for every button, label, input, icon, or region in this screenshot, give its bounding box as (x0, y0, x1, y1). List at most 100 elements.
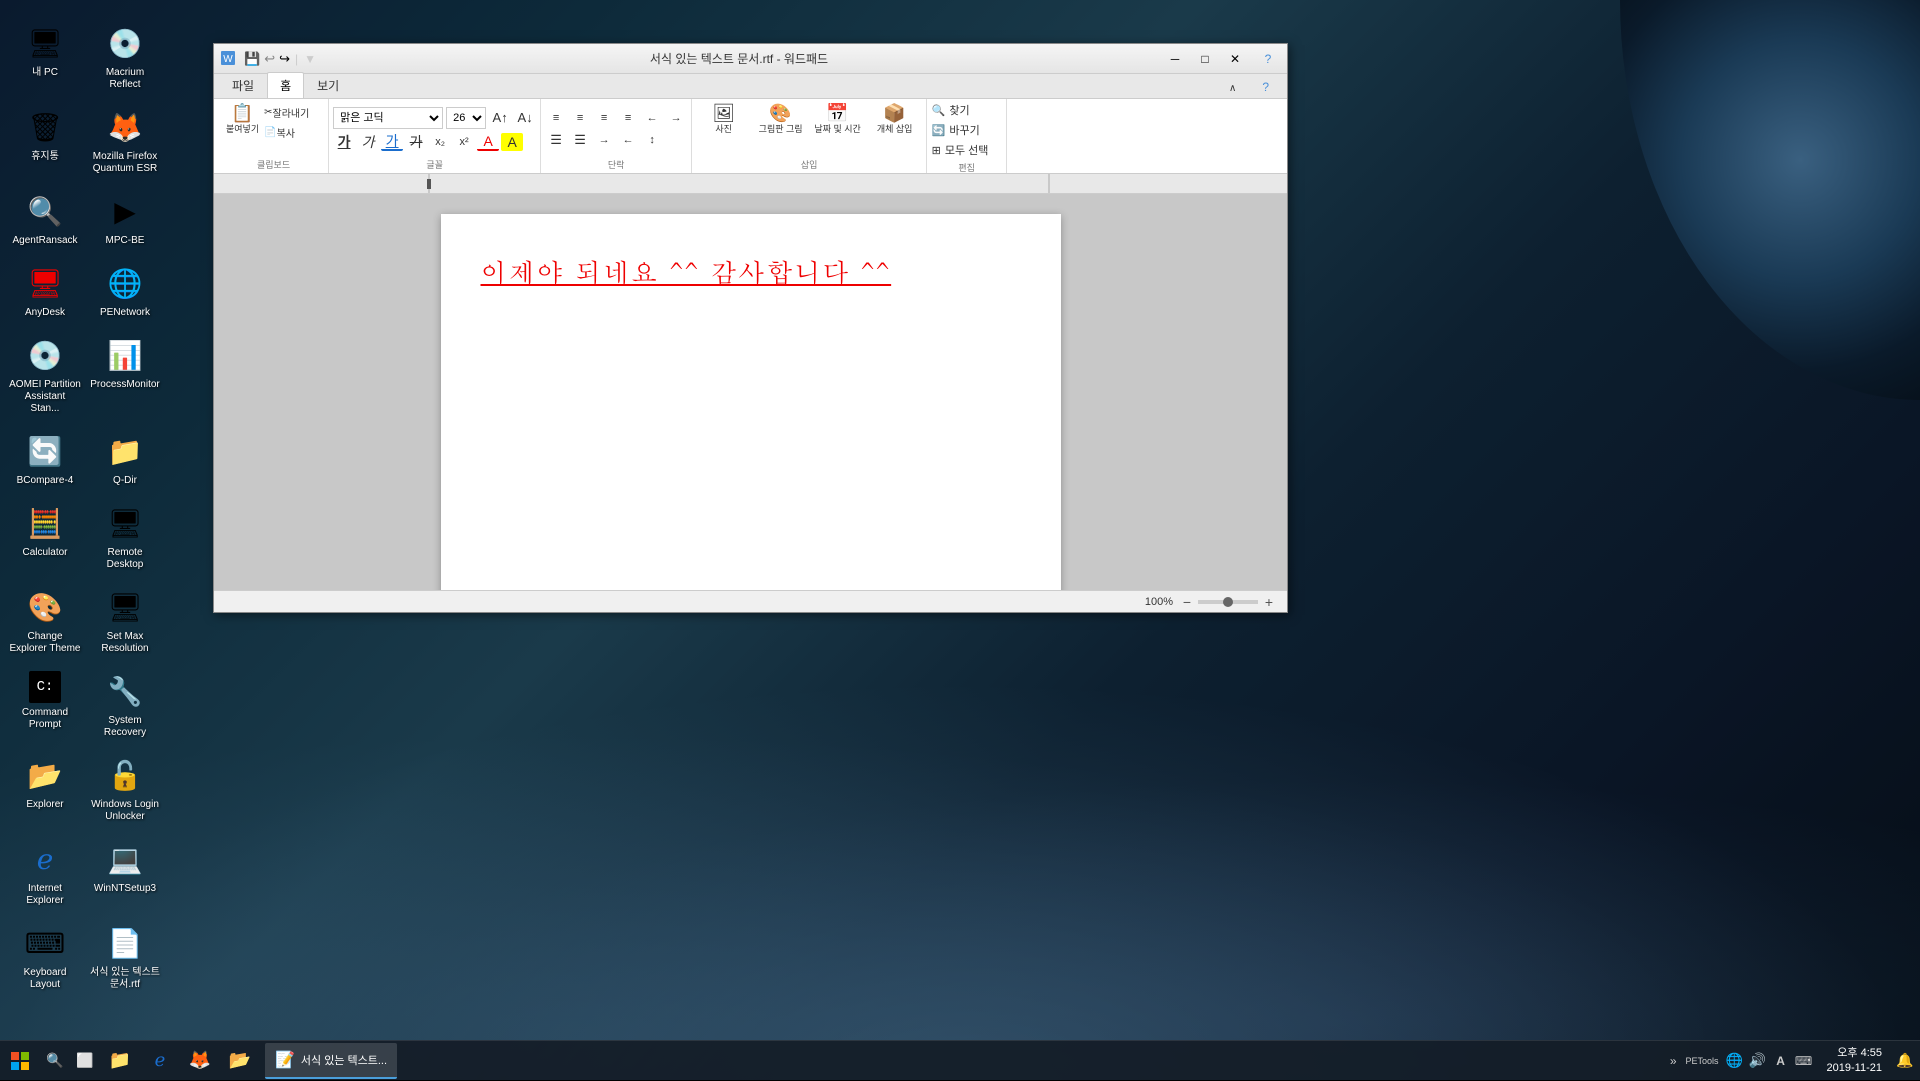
taskbar-explorer[interactable]: 📁 (100, 1041, 140, 1081)
bullets-button[interactable]: ☰ (545, 131, 567, 149)
font-size-down[interactable]: A↓ (514, 109, 536, 127)
align-right-button[interactable]: ≡ (593, 109, 615, 127)
taskbar-search[interactable]: 🔍 (40, 1041, 70, 1081)
taskbar-taskview[interactable]: ⬜ (70, 1041, 100, 1081)
italic-button[interactable]: 가 (357, 133, 379, 151)
fontcolor-button[interactable]: A (477, 133, 499, 151)
maximize-button[interactable]: □ (1191, 48, 1219, 70)
desktop-icon-macrium[interactable]: 💿 Macrium Reflect (85, 15, 165, 99)
ribbon-help[interactable]: ? (1249, 75, 1282, 98)
paste-button[interactable]: 📋 붙여넣기 (223, 101, 262, 136)
taskbar-ie[interactable]: ℯ (140, 1041, 180, 1081)
find-button[interactable]: 🔍 찾기 (932, 101, 1002, 119)
desktop-icon-aomei[interactable]: 💿 AOMEI Partition Assistant Stan... (5, 327, 85, 423)
align-left-button[interactable]: ≡ (545, 109, 567, 127)
desktop-icon-sysrecovery[interactable]: 🔧 System Recovery (85, 663, 165, 747)
tray-notifications[interactable]: 🔔 (1895, 1051, 1915, 1071)
font-group: 맑은 고딕 26 A↑ A↓ 가 가 가 가 x₂ x² A A (329, 99, 541, 173)
indent-more-button[interactable]: → (593, 131, 615, 149)
quick-access-save[interactable]: 💾 (244, 51, 260, 67)
calculator-icon: 🧮 (25, 503, 65, 543)
picture-button[interactable]: 🖼 사진 (696, 101, 751, 136)
desktop-icon-anydesk[interactable]: 🖥 AnyDesk (5, 255, 85, 327)
desktop-icon-calculator[interactable]: 🧮 Calculator (5, 495, 85, 579)
desktop-icon-setmax[interactable]: 🖥 Set Max Resolution (85, 579, 165, 663)
clock-time: 오후 4:55 (1827, 1046, 1882, 1060)
paintdrawing-button[interactable]: 🎨 그림판 그림 (753, 101, 808, 136)
rtl-button[interactable]: → (665, 109, 687, 127)
desktop-icon-mpcbe[interactable]: ▶ MPC-BE (85, 183, 165, 255)
desktop-icon-penetwork[interactable]: 🌐 PENetwork (85, 255, 165, 327)
superscript-button[interactable]: x² (453, 133, 475, 151)
desktop-icon-ie[interactable]: ℯ Internet Explorer (5, 831, 85, 915)
tab-파일[interactable]: 파일 (219, 72, 267, 98)
cut-button[interactable]: ✂ 잘라내기 (264, 103, 324, 121)
underline-button[interactable]: 가 (381, 133, 403, 151)
tray-keyboard[interactable]: ⌨ (1794, 1051, 1814, 1071)
object-button[interactable]: 📦 개체 삽입 (867, 101, 922, 136)
subscript-button[interactable]: x₂ (429, 133, 451, 151)
zoom-in-button[interactable]: + (1261, 594, 1277, 610)
winlogin-icon: 🔓 (105, 755, 145, 795)
desktop-icon-bcompare[interactable]: 🔄 BCompare-4 (5, 423, 85, 495)
taskbar-app-label: 서식 있는 텍스트... (301, 1052, 387, 1068)
quick-access-redo[interactable]: ↪ (279, 51, 290, 67)
taskbar-folder[interactable]: 📂 (220, 1041, 260, 1081)
ltr-button[interactable]: ← (641, 109, 663, 127)
align-justify-button[interactable]: ≡ (617, 109, 639, 127)
taskbar-clock[interactable]: 오후 4:55 2019-11-21 (1817, 1046, 1892, 1075)
ribbon-tabs: 파일 홈 보기 ∧ ? (214, 74, 1287, 99)
replace-button[interactable]: 🔄 바꾸기 (932, 121, 1002, 139)
zoom-out-button[interactable]: − (1179, 594, 1195, 610)
selectall-button[interactable]: ⊞ 모두 선택 (932, 141, 1002, 159)
tray-volume[interactable]: 🔊 (1748, 1051, 1768, 1071)
align-center-button[interactable]: ≡ (569, 109, 591, 127)
numbering-button[interactable]: ☰ (569, 131, 591, 149)
start-button[interactable] (0, 1041, 40, 1081)
desktop-icon-내pc[interactable]: 🖥 내 PC (5, 15, 85, 99)
minimize-button[interactable]: ─ (1161, 48, 1189, 70)
document-page: 이제야 되네요 ^^ 감사합니다 ^^ (441, 214, 1061, 590)
linespacing-button[interactable]: ↕ (641, 131, 663, 149)
desktop-icon-processmonitor[interactable]: 📊 ProcessMonitor (85, 327, 165, 423)
desktop-icon-cmdprompt[interactable]: C: Command Prompt (5, 663, 85, 747)
font-size-up[interactable]: A↑ (489, 109, 511, 127)
desktop-icon-changeexplorer[interactable]: 🎨 Change Explorer Theme (5, 579, 85, 663)
desktop-icon-remotedesktop[interactable]: 🖥 Remote Desktop (85, 495, 165, 579)
desktop-icon-agentransack[interactable]: 🔍 AgentRansack (5, 183, 85, 255)
copy-button[interactable]: 📄 복사 (264, 123, 324, 141)
document-area[interactable]: 이제야 되네요 ^^ 감사합니다 ^^ (214, 194, 1287, 590)
desktop-icon-qdir[interactable]: 📁 Q-Dir (85, 423, 165, 495)
ie-icon: ℯ (25, 839, 65, 879)
tab-보기[interactable]: 보기 (304, 72, 352, 98)
agentransack-label: AgentRansack (12, 235, 77, 247)
font-name-select[interactable]: 맑은 고딕 (333, 107, 443, 129)
desktop-icon-winntsetup[interactable]: 💻 WinNTSetup3 (85, 831, 165, 915)
tray-petools[interactable]: PETools (1683, 1051, 1722, 1071)
tab-홈[interactable]: 홈 (267, 72, 304, 98)
taskbar-show-more[interactable]: » (1667, 1054, 1680, 1068)
taskbar-app-wordpad[interactable]: 📝 서식 있는 텍스트... (265, 1043, 397, 1079)
indent-less-button[interactable]: ← (617, 131, 639, 149)
close-button[interactable]: ✕ (1221, 48, 1249, 70)
datetime-button[interactable]: 📅 날짜 및 시간 (810, 101, 865, 136)
strikethrough-button[interactable]: 가 (405, 133, 427, 151)
desktop-icon-winlogin[interactable]: 🔓 Windows Login Unlocker (85, 747, 165, 831)
ribbon-collapse[interactable]: ∧ (1216, 78, 1249, 98)
zoom-slider[interactable] (1198, 600, 1258, 604)
wordpad-doc-label: 서식 있는 텍스트 문서.rtf (89, 967, 161, 991)
desktop-icon-firefox[interactable]: 🦊 Mozilla Firefox Quantum ESR (85, 99, 165, 183)
desktop-icon-wordpad-doc[interactable]: 📄 서식 있는 텍스트 문서.rtf (85, 915, 165, 999)
desktop-icon-explorer[interactable]: 📂 Explorer (5, 747, 85, 831)
quick-access-undo[interactable]: ↩ (264, 51, 275, 67)
desktop-icon-keyboard[interactable]: ⌨ Keyboard Layout (5, 915, 85, 999)
help-button[interactable]: ? (1254, 48, 1282, 70)
highlight-button[interactable]: A (501, 133, 523, 151)
font-size-select[interactable]: 26 (446, 107, 486, 129)
tray-language[interactable]: A (1771, 1051, 1791, 1071)
desktop-icon-trash[interactable]: 🗑 휴지통 (5, 99, 85, 183)
tray-network[interactable]: 🌐 (1725, 1051, 1745, 1071)
edit-label: 편집 (958, 159, 975, 174)
taskbar-firefox[interactable]: 🦊 (180, 1041, 220, 1081)
bold-button[interactable]: 가 (333, 133, 355, 151)
